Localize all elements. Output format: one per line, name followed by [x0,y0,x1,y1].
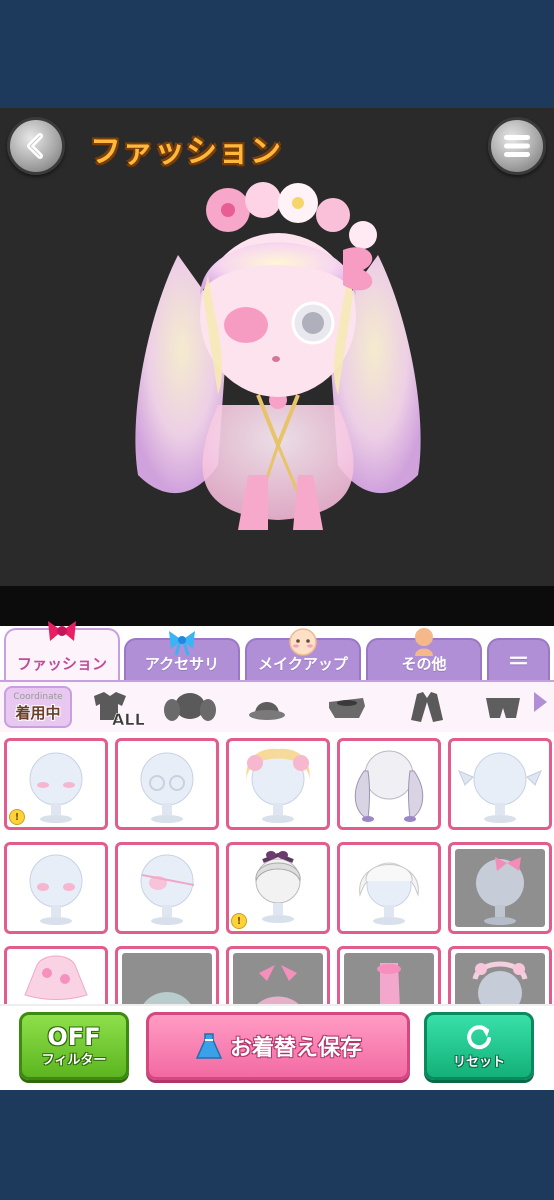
app-screen: ファッション ファッション アクセサリ メイクアップ その他 ＝ Coordin… [0,0,554,1200]
tab-fashion[interactable]: ファッション [4,621,120,680]
item-cell[interactable] [337,842,441,934]
chevron-left-icon [27,133,43,159]
save-outfit-button[interactable]: お着替え保存 [146,1012,410,1080]
item-cell[interactable] [226,738,330,830]
item-cell[interactable] [448,842,552,934]
item-cell[interactable] [115,842,219,934]
mannequin-shoes-item [377,963,401,1004]
reset-button[interactable]: リセット [424,1012,534,1080]
mannequin-dress-item [24,955,88,1000]
tab-more[interactable]: ＝ [487,638,550,680]
item-cell[interactable] [448,738,552,830]
home-indicator-area [0,1090,554,1200]
subcategory-bottoms[interactable] [478,688,528,728]
bow-icon [48,621,76,641]
tab-label: アクセサリ [144,655,220,673]
item-cell[interactable] [226,946,330,1004]
scroll-right-arrow-icon[interactable] [534,692,547,712]
wearing-label: 着用中 [15,703,61,722]
subcategory-bar: Coordinate 着用中 ALL [0,680,554,732]
item-cell[interactable]: ! [226,842,330,934]
mannequin-twintail-hair-item [354,750,424,822]
all-label: ALL [112,710,144,728]
tab-label: メイクアップ [258,655,348,673]
item-cell[interactable] [448,946,552,1004]
filter-toggle-button[interactable]: OFF フィルター [19,1012,129,1080]
wearing-filter-button[interactable]: Coordinate 着用中 [4,686,72,728]
item-cell[interactable] [337,946,441,1004]
item-grid: ! ! [0,734,554,1004]
subcategory-all[interactable]: ALL [86,688,146,728]
more-icon: ＝ [507,650,530,675]
mannequin-bob-hair-item [359,862,419,925]
refresh-icon [467,1024,491,1049]
mannequin-hair-clip-item [476,857,524,925]
filter-label: フィルター [41,1052,107,1068]
shoes-icon [329,698,365,718]
wearing-caption: Coordinate [13,691,63,702]
mannequin-dark-outfit-item [143,992,191,1004]
mannequin-curly-hair-item [246,748,310,823]
subcategory-hat[interactable] [242,688,292,728]
stage-floor [0,586,554,630]
item-cell[interactable] [115,738,219,830]
mannequin-bow-dress-item [257,965,299,1004]
ribbon-icon [169,631,195,656]
mannequin-headpiece-item [472,961,528,1004]
back-button[interactable] [7,117,65,175]
filter-state: OFF [47,1022,101,1051]
item-cell[interactable] [115,946,219,1004]
tab-label: ファッション [16,655,107,673]
hat-icon [249,702,285,720]
coat-icon [411,692,443,722]
subcategory-coat[interactable] [402,688,452,728]
tab-label: その他 [401,655,447,673]
face-icon [289,628,317,656]
mannequin-glasses-item [140,752,194,823]
dress-icon [195,1033,223,1059]
subcategory-hair[interactable] [160,688,220,728]
bottoms-icon [486,698,520,718]
hair-icon [164,693,216,721]
avatar-character [135,182,421,530]
mannequin-blush-item [29,854,83,925]
all-clothes-icon: ALL [94,692,144,728]
hint-bulb-icon: ! [231,913,247,929]
hint-bulb-icon: ! [9,809,25,825]
item-cell[interactable] [4,842,108,934]
item-cell[interactable] [337,738,441,830]
status-bar-area [0,0,554,108]
hamburger-menu-icon [504,135,530,157]
tab-accessory[interactable]: アクセサリ [124,631,240,680]
mannequin-wing-ear-item [458,752,542,823]
reset-label: リセット [452,1054,505,1070]
subcategory-shoes[interactable] [322,688,372,728]
tab-other[interactable]: その他 [366,628,482,680]
silhouette-icon [415,628,433,656]
mannequin-eyepatch-item [140,854,195,925]
item-cell[interactable]: ! [4,738,108,830]
tab-makeup[interactable]: メイクアップ [245,628,361,680]
save-label: お着替え保存 [229,1036,362,1061]
item-cell[interactable] [4,946,108,1004]
menu-button[interactable] [488,117,546,175]
category-tabs: ファッション アクセサリ メイクアップ その他 ＝ [0,621,554,680]
